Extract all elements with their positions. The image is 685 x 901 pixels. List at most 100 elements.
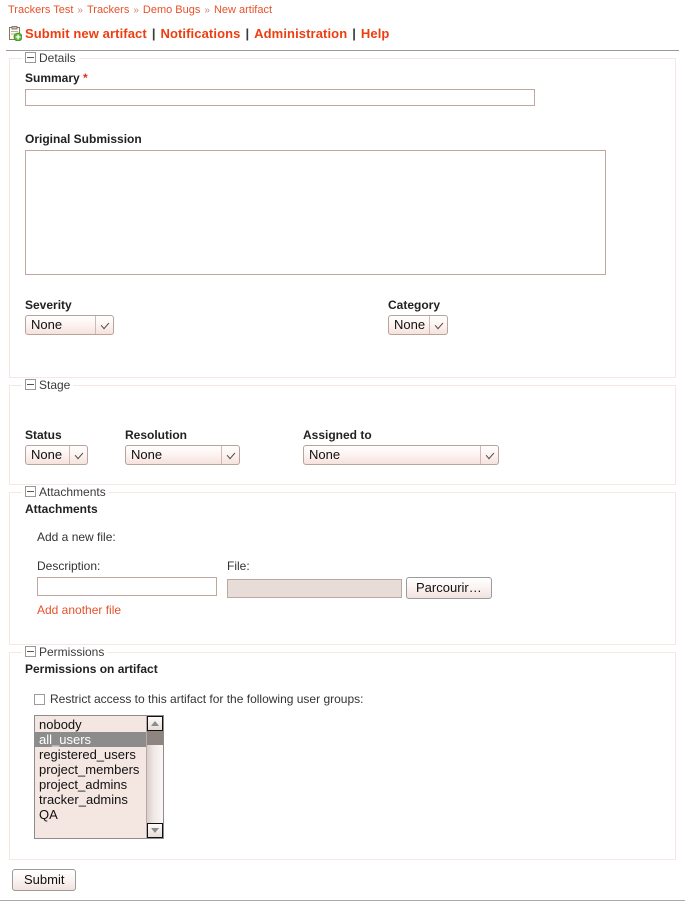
restrict-access-row[interactable]: Restrict access to this artifact for the… — [25, 692, 660, 706]
list-item[interactable]: project_admins — [35, 777, 146, 792]
add-another-file-link[interactable]: Add another file — [37, 603, 121, 617]
status-select-value: None — [31, 447, 63, 462]
attachment-description-field: Description: — [37, 559, 227, 596]
attachment-description-input[interactable] — [37, 577, 217, 596]
list-item[interactable]: nobody — [35, 717, 146, 732]
toolbar-separator: | — [245, 26, 250, 41]
resolution-field: Resolution None — [125, 428, 303, 465]
permissions-heading: Permissions on artifact — [25, 662, 158, 676]
permissions-legend[interactable]: Permissions — [22, 645, 108, 659]
list-item[interactable]: all_users — [35, 732, 146, 747]
assigned-to-label: Assigned to — [303, 428, 372, 442]
details-legend-label: Details — [39, 51, 76, 65]
category-select-value: None — [394, 317, 426, 332]
scrollbar-thumb[interactable] — [147, 731, 163, 745]
summary-label-text: Summary — [25, 71, 80, 85]
chevron-down-icon — [95, 316, 113, 334]
resolution-select-value: None — [131, 447, 163, 462]
description-label: Description: — [37, 559, 101, 573]
breadcrumb-item-3[interactable]: New artifact — [214, 4, 272, 16]
stage-legend-label: Stage — [39, 378, 71, 392]
details-fieldset: Details Summary * Original Submission Se… — [9, 51, 676, 378]
collapse-attachments-icon[interactable] — [25, 486, 36, 497]
list-item[interactable]: QA — [35, 807, 146, 822]
attachments-fieldset: Attachments Attachments Add a new file: … — [9, 485, 676, 645]
add-new-file-label: Add a new file: — [37, 530, 116, 544]
summary-required-asterisk: * — [83, 71, 88, 85]
new-artifact-clipboard-icon — [8, 26, 23, 42]
scroll-down-button[interactable] — [147, 823, 163, 838]
chevron-down-icon — [69, 446, 87, 464]
collapse-permissions-icon[interactable] — [25, 646, 36, 657]
submit-area: Submit — [12, 869, 685, 891]
severity-select-value: None — [31, 317, 63, 332]
attachment-row: Description: File: Parcourir… — [37, 559, 660, 599]
breadcrumb-separator: » — [133, 5, 139, 16]
summary-input[interactable] — [25, 89, 535, 106]
list-item[interactable]: tracker_admins — [35, 792, 146, 807]
user-groups-options: nobody all_users registered_users projec… — [35, 716, 146, 838]
chevron-down-icon — [221, 446, 239, 464]
breadcrumb-separator: » — [204, 5, 210, 16]
triangle-up-icon — [151, 721, 159, 726]
list-item[interactable]: registered_users — [35, 747, 146, 762]
file-label: File: — [227, 559, 250, 573]
permissions-fieldset: Permissions Permissions on artifact Rest… — [9, 645, 676, 860]
assigned-to-select-value: None — [309, 447, 341, 462]
file-path-display — [227, 578, 402, 598]
collapse-details-icon[interactable] — [25, 52, 36, 63]
status-field: Status None — [25, 428, 125, 465]
stage-fieldset: Stage Status None Resolution None Assign… — [9, 378, 676, 485]
list-item[interactable]: project_members — [35, 762, 146, 777]
triangle-down-icon — [151, 828, 159, 833]
stage-fields-row: Status None Resolution None Assigned to … — [25, 428, 660, 465]
severity-field: Severity None — [25, 298, 388, 335]
toolbar-link-administration[interactable]: Administration — [254, 26, 347, 41]
chevron-down-icon — [480, 446, 498, 464]
scroll-up-button[interactable] — [147, 716, 163, 731]
attachments-legend-label: Attachments — [39, 485, 106, 499]
collapse-stage-icon[interactable] — [25, 379, 36, 390]
toolbar-link-submit-new-artifact[interactable]: Submit new artifact — [25, 26, 147, 41]
header-divider — [6, 50, 679, 51]
breadcrumb-item-0[interactable]: Trackers Test — [8, 4, 73, 16]
toolbar: Submit new artifact | Notifications | Admini… — [0, 18, 685, 48]
resolution-select[interactable]: None — [125, 445, 240, 465]
resolution-label: Resolution — [125, 428, 187, 442]
permissions-legend-label: Permissions — [39, 645, 105, 659]
attachments-legend[interactable]: Attachments — [22, 485, 109, 499]
summary-label: Summary * — [25, 71, 660, 85]
toolbar-link-help[interactable]: Help — [361, 26, 390, 41]
severity-label: Severity — [25, 298, 72, 312]
stage-legend[interactable]: Stage — [22, 378, 74, 392]
status-select[interactable]: None — [25, 445, 88, 465]
severity-category-row: Severity None Category None — [25, 298, 660, 335]
original-submission-textarea[interactable] — [25, 150, 606, 275]
breadcrumb-item-1[interactable]: Trackers — [87, 4, 129, 16]
status-label: Status — [25, 428, 62, 442]
category-label: Category — [388, 298, 441, 312]
toolbar-separator: | — [352, 26, 356, 41]
scrollbar-track[interactable] — [147, 731, 163, 823]
restrict-access-checkbox[interactable] — [34, 694, 45, 705]
category-select[interactable]: None — [388, 315, 448, 335]
user-groups-scrollbar[interactable] — [146, 716, 163, 838]
browse-file-button[interactable]: Parcourir… — [406, 577, 492, 599]
toolbar-separator: | — [151, 26, 156, 41]
breadcrumb-separator: » — [77, 5, 83, 16]
details-legend[interactable]: Details — [22, 51, 79, 65]
user-groups-listbox[interactable]: nobody all_users registered_users projec… — [34, 715, 164, 839]
breadcrumb-item-2[interactable]: Demo Bugs — [143, 4, 200, 16]
severity-select[interactable]: None — [25, 315, 114, 335]
assigned-to-field: Assigned to None — [303, 428, 499, 465]
original-submission-label: Original Submission — [25, 132, 142, 146]
chevron-down-icon — [429, 316, 447, 334]
restrict-access-label: Restrict access to this artifact for the… — [50, 692, 364, 706]
breadcrumb: Trackers Test » Trackers » Demo Bugs » New art… — [0, 0, 685, 18]
submit-button[interactable]: Submit — [12, 869, 77, 891]
assigned-to-select[interactable]: None — [303, 445, 499, 465]
attachments-heading: Attachments — [25, 502, 98, 516]
attachment-file-field: File: Parcourir… — [227, 559, 492, 599]
toolbar-link-notifications[interactable]: Notifications — [160, 26, 240, 41]
category-field: Category None — [388, 298, 448, 335]
